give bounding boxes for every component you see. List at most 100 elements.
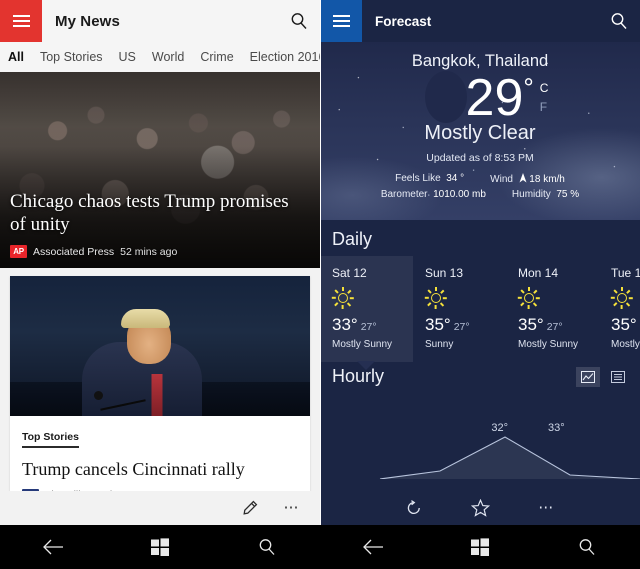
tab-crime[interactable]: Crime xyxy=(200,50,233,64)
list-view-icon[interactable] xyxy=(606,367,630,387)
search-icon[interactable] xyxy=(278,0,320,42)
search-icon[interactable] xyxy=(598,0,640,42)
unit-toggle[interactable]: C F xyxy=(540,79,549,117)
feels-like-value: 34 ° xyxy=(446,173,465,184)
photo-subject-hair xyxy=(121,309,170,328)
article-headline: Trump cancels Cincinnati rally xyxy=(22,459,245,479)
barometer-value: 1010.00 mb xyxy=(433,189,486,200)
hourly-temperature-chart[interactable]: 32° 33° xyxy=(320,411,640,480)
current-stats: Feels Like 34 ° Wind 18 km/h Barometer 1… xyxy=(320,173,640,200)
chart-label-high: 33° xyxy=(548,422,565,434)
ellipsis-icon[interactable]: ⋯ xyxy=(538,500,555,515)
day-label: Mon 14 xyxy=(518,266,559,280)
day-high: 35° xyxy=(518,315,544,334)
day-condition: Mostly Sunny xyxy=(332,339,393,350)
updated-timestamp: Updated as of 8:53 PM xyxy=(426,152,534,164)
wind-label: Wind xyxy=(490,174,513,185)
location-name: Bangkok, Thailand xyxy=(411,52,549,70)
unit-fahrenheit[interactable]: F xyxy=(540,98,549,117)
windows-home-icon[interactable] xyxy=(450,538,510,556)
stats-row-1: Feels Like 34 ° Wind 18 km/h xyxy=(320,173,640,185)
daily-card-tue-15[interactable]: Tue 15 35°27° Mostly xyxy=(599,256,640,362)
article-image xyxy=(10,276,310,416)
current-temperature: 29° xyxy=(466,72,534,124)
moon-icon xyxy=(412,71,467,123)
daily-card-mon-14[interactable]: Mon 14 35° 27° Mostly Sunny xyxy=(506,256,599,362)
day-low: 27° xyxy=(546,321,563,333)
chart-view-icon[interactable] xyxy=(576,366,600,387)
current-condition: Mostly Clear xyxy=(424,122,536,144)
day-high: 35° xyxy=(425,315,451,334)
ellipsis-icon[interactable]: ⋯ xyxy=(284,500,301,515)
wind-direction-icon xyxy=(519,173,527,183)
photo-subject-tie xyxy=(151,374,163,416)
daily-card-sat-12[interactable]: Sat 12 33° 27° Mostly Sunny xyxy=(320,256,413,370)
day-label: Sat 12 xyxy=(332,266,367,280)
news-appbar: ⋯ xyxy=(0,491,320,525)
sun-icon xyxy=(517,287,540,309)
tab-election-2016[interactable]: Election 2016 xyxy=(250,50,320,64)
sun-icon xyxy=(610,287,633,309)
hamburger-icon[interactable] xyxy=(0,0,42,42)
current-temperature-row: 29° C F xyxy=(320,71,640,124)
day-low: 27° xyxy=(360,321,377,333)
photo-microphone-head xyxy=(94,391,103,400)
back-arrow-icon[interactable] xyxy=(23,539,83,555)
chart-svg: 32° 33° xyxy=(379,422,640,480)
day-condition: Sunny xyxy=(425,339,454,350)
weather-system-navbar xyxy=(320,525,640,569)
screen-divider xyxy=(320,0,321,525)
barometer-label: Barometer xyxy=(380,189,428,200)
refresh-icon[interactable] xyxy=(405,499,423,517)
hero-headline: Chicago chaos tests Trump promises of un… xyxy=(10,191,289,235)
unit-celsius[interactable]: C xyxy=(540,79,549,98)
search-icon[interactable] xyxy=(557,538,617,556)
news-category-tabs: All Top Stories US World Crime Election … xyxy=(0,42,320,72)
tab-us[interactable]: US xyxy=(119,50,136,64)
sun-icon xyxy=(331,287,354,309)
sun-icon xyxy=(424,287,447,309)
tab-top-stories[interactable]: Top Stories xyxy=(40,50,103,64)
star-icon[interactable] xyxy=(471,499,491,517)
day-condition: Mostly xyxy=(611,339,640,350)
weather-appbar: ⋯ xyxy=(320,491,640,525)
hero-text-block: Chicago chaos tests Trump promises of un… xyxy=(10,191,308,258)
day-condition: Mostly Sunny xyxy=(518,339,579,350)
degree-symbol: ° xyxy=(523,72,534,103)
pencil-icon[interactable] xyxy=(241,500,258,517)
article-card[interactable]: Top Stories Trump cancels Cincinnati ral… xyxy=(10,276,310,514)
weather-header: Forecast xyxy=(320,0,640,42)
ap-logo-icon: AP xyxy=(10,245,27,258)
news-header: My News xyxy=(0,0,320,42)
daily-forecast-strip[interactable]: Sat 12 33° 27° Mostly Sunny Sun 13 35° 27°… xyxy=(320,256,640,370)
chart-label-low: 32° xyxy=(491,422,508,434)
news-system-navbar xyxy=(0,525,320,569)
hero-source-name: Associated Press xyxy=(33,245,115,258)
daily-section-title: Daily xyxy=(332,229,373,249)
day-low: 27° xyxy=(453,321,470,333)
hourly-view-toggles xyxy=(576,366,630,387)
day-label: Tue 15 xyxy=(611,266,640,280)
news-app: My News All Top Stories US World Crime E… xyxy=(0,0,320,569)
day-high: 33° xyxy=(332,315,358,334)
search-icon[interactable] xyxy=(237,538,297,556)
weather-app: Forecast Bangkok, Thailand 29° C F Mostl… xyxy=(320,0,640,569)
page-title: Forecast xyxy=(375,13,432,29)
tab-world[interactable]: World xyxy=(152,50,184,64)
day-label: Sun 13 xyxy=(425,266,464,280)
stats-row-2: Barometer 1010.00 mb Humidity 75 % xyxy=(320,189,640,200)
hamburger-icon[interactable] xyxy=(320,0,362,42)
hero-timestamp: 52 mins ago xyxy=(120,245,178,258)
temp-value: 29 xyxy=(465,69,524,127)
current-conditions-panel: Bangkok, Thailand 29° C F Mostly Clear U… xyxy=(320,42,640,220)
windows-home-icon[interactable] xyxy=(130,538,190,556)
feels-like-label: Feels Like xyxy=(395,173,441,184)
hero-article[interactable]: Chicago chaos tests Trump promises of un… xyxy=(0,72,320,268)
page-title: My News xyxy=(55,12,120,30)
humidity-label: Humidity xyxy=(511,189,551,200)
dual-screenshot: My News All Top Stories US World Crime E… xyxy=(0,0,640,569)
daily-card-sun-13[interactable]: Sun 13 35° 27° Sunny xyxy=(413,256,506,362)
hero-source-row: AP Associated Press 52 mins ago xyxy=(10,245,308,258)
back-arrow-icon[interactable] xyxy=(343,539,403,555)
tab-all[interactable]: All xyxy=(8,50,24,64)
